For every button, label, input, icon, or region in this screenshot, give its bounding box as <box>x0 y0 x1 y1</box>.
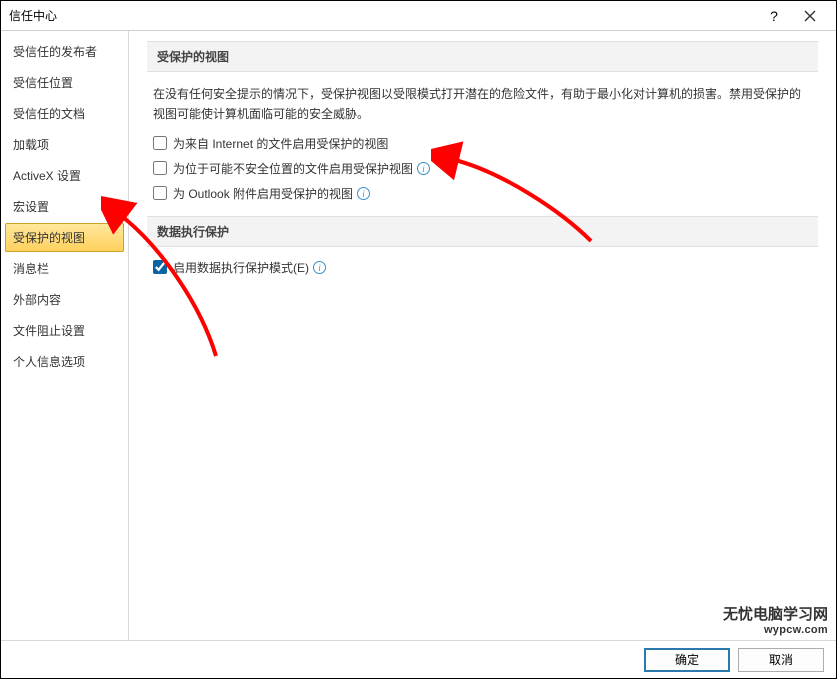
ok-button[interactable]: 确定 <box>644 648 730 672</box>
checkbox-outlook-attachments[interactable] <box>153 186 167 200</box>
section-protected-view-header: 受保护的视图 <box>147 41 818 72</box>
checkbox-outlook-attachments-label: 为 Outlook 附件启用受保护的视图 <box>173 185 353 202</box>
sidebar-item-message-bar[interactable]: 消息栏 <box>5 254 124 283</box>
sidebar-item-activex[interactable]: ActiveX 设置 <box>5 161 124 190</box>
checkbox-dep-label: 启用数据执行保护模式(E) <box>173 259 309 276</box>
close-button[interactable] <box>792 2 828 30</box>
protected-view-description: 在没有任何安全提示的情况下，受保护视图以受限模式打开潜在的危险文件，有助于最小化… <box>153 84 812 125</box>
check-row-outlook-attachments: 为 Outlook 附件启用受保护的视图 i <box>153 185 812 202</box>
sidebar: 受信任的发布者 受信任位置 受信任的文档 加载项 ActiveX 设置 宏设置 … <box>1 31 129 640</box>
check-row-internet: 为来自 Internet 的文件启用受保护的视图 <box>153 135 812 152</box>
checkbox-unsafe-location-label: 为位于可能不安全位置的文件启用受保护视图 <box>173 160 413 177</box>
check-row-dep: 启用数据执行保护模式(E) i <box>153 259 812 276</box>
sidebar-item-trusted-documents[interactable]: 受信任的文档 <box>5 99 124 128</box>
help-button[interactable]: ? <box>756 2 792 30</box>
dialog-footer: 确定 取消 <box>1 640 836 678</box>
checkbox-internet-files[interactable] <box>153 136 167 150</box>
checkbox-dep[interactable] <box>153 260 167 274</box>
info-icon[interactable]: i <box>313 261 326 274</box>
info-icon[interactable]: i <box>357 187 370 200</box>
dialog-title: 信任中心 <box>9 7 756 24</box>
sidebar-item-external-content[interactable]: 外部内容 <box>5 285 124 314</box>
sidebar-item-addins[interactable]: 加载项 <box>5 130 124 159</box>
sidebar-item-trusted-locations[interactable]: 受信任位置 <box>5 68 124 97</box>
trust-center-dialog: 信任中心 ? 受信任的发布者 受信任位置 受信任的文档 加载项 ActiveX … <box>0 0 837 679</box>
checkbox-unsafe-location[interactable] <box>153 161 167 175</box>
check-row-unsafe-location: 为位于可能不安全位置的文件启用受保护视图 i <box>153 160 812 177</box>
sidebar-item-file-block[interactable]: 文件阻止设置 <box>5 316 124 345</box>
section-dep-header: 数据执行保护 <box>147 216 818 247</box>
sidebar-item-privacy[interactable]: 个人信息选项 <box>5 347 124 376</box>
info-icon[interactable]: i <box>417 162 430 175</box>
sidebar-item-trusted-publishers[interactable]: 受信任的发布者 <box>5 37 124 66</box>
sidebar-item-protected-view[interactable]: 受保护的视图 <box>5 223 124 252</box>
close-icon <box>804 10 816 22</box>
checkbox-internet-files-label: 为来自 Internet 的文件启用受保护的视图 <box>173 135 388 152</box>
titlebar: 信任中心 ? <box>1 1 836 31</box>
content-pane: 受保护的视图 在没有任何安全提示的情况下，受保护视图以受限模式打开潜在的危险文件… <box>129 31 836 640</box>
sidebar-item-macro[interactable]: 宏设置 <box>5 192 124 221</box>
cancel-button[interactable]: 取消 <box>738 648 824 672</box>
